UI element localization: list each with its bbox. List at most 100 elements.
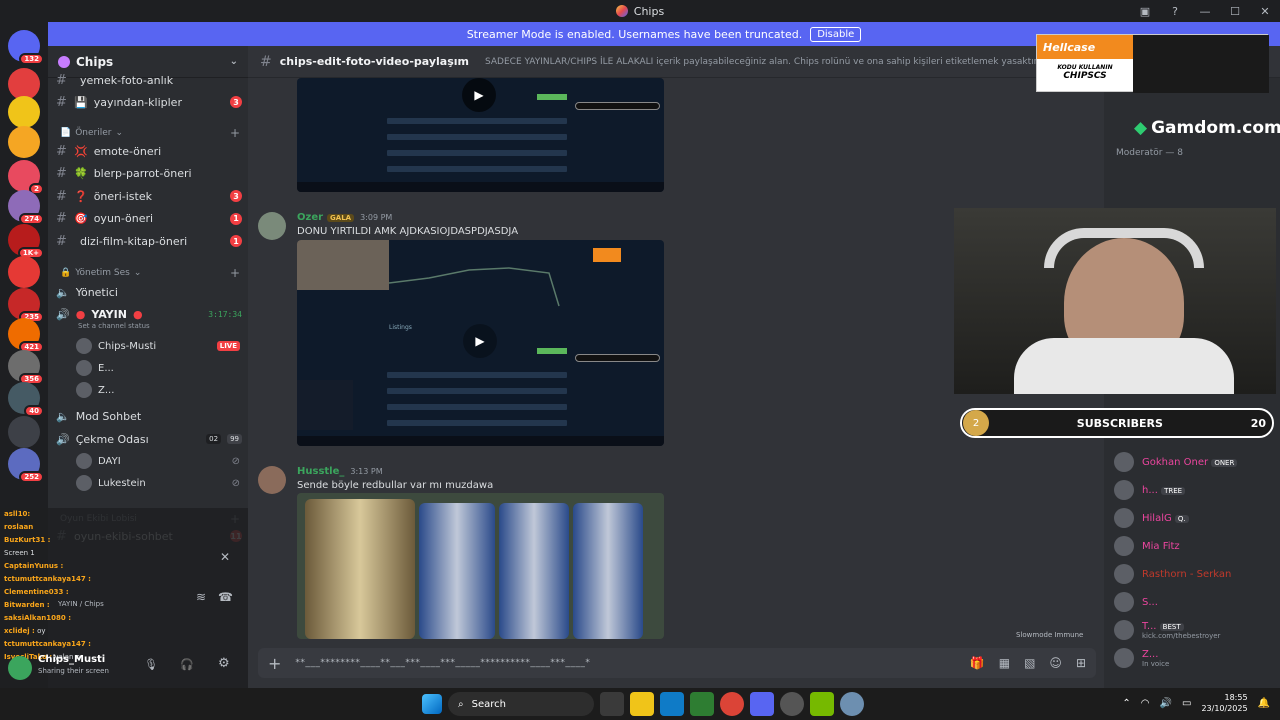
headphones-icon[interactable]: 🎧: [180, 658, 194, 671]
member-item[interactable]: Rasthorn - Serkan: [1114, 564, 1274, 584]
server-icon[interactable]: [8, 126, 40, 158]
listing-row: [387, 372, 567, 378]
member-item[interactable]: h... TREE: [1114, 480, 1274, 500]
message-author[interactable]: Husstle_ 3:13 PM: [297, 466, 383, 477]
category-yonetim[interactable]: 🔒 Yönetim Ses ⌄ +: [60, 266, 240, 280]
nvidia-icon[interactable]: [810, 692, 834, 716]
battery-icon[interactable]: ▭: [1182, 698, 1191, 709]
gear-icon[interactable]: ⚙: [218, 656, 230, 671]
chrome-icon[interactable]: [720, 692, 744, 716]
file-explorer-icon[interactable]: [630, 692, 654, 716]
windows-taskbar: ⌕ Search ⌃ ◠ 🔊 ▭ 18:55 23/10/2025 🔔: [0, 688, 1280, 720]
sidebar-channel[interactable]: # ❓ öneri-istek 3: [56, 186, 242, 206]
voice-channel-cekme[interactable]: 🔊 Çekme Odası 02 99: [56, 429, 242, 449]
message-author[interactable]: Ozer GALA 3:09 PM: [297, 212, 392, 223]
store-icon[interactable]: [690, 692, 714, 716]
voice-user[interactable]: Chips-Musti LIVE: [76, 338, 240, 354]
maximize-button[interactable]: ☐: [1220, 5, 1250, 18]
volume-icon[interactable]: 🔊: [1160, 698, 1172, 709]
wifi-icon[interactable]: ◠: [1141, 698, 1150, 709]
sidebar-channel[interactable]: # 💢 emote-öneri: [56, 141, 242, 161]
gif-icon[interactable]: ▦: [999, 656, 1010, 670]
play-icon[interactable]: ▶: [462, 78, 496, 112]
server-icon[interactable]: 1K+: [8, 224, 44, 259]
voice-channel-yonetici[interactable]: 🔈 Yönetici: [56, 282, 242, 302]
sidebar-channel[interactable]: # 🎯 oyun-öneri 1: [56, 209, 242, 229]
member-item[interactable]: HilalG Q.: [1114, 508, 1274, 528]
help-icon[interactable]: ?: [1160, 5, 1190, 18]
voice-user[interactable]: DAYI ⊘: [76, 453, 240, 469]
notification-bell-icon[interactable]: 🔔: [1258, 698, 1270, 709]
edge-icon[interactable]: [660, 692, 684, 716]
voice-user[interactable]: Lukestein ⊘: [76, 475, 240, 491]
apps-icon[interactable]: ⊞: [1076, 656, 1086, 670]
channel-status[interactable]: Set a channel status: [78, 322, 150, 330]
close-button[interactable]: ✕: [1250, 5, 1280, 18]
server-icon[interactable]: [8, 256, 40, 288]
image-attachment[interactable]: [297, 493, 664, 639]
overlay-chat-user: BuzKurt31 :: [4, 536, 51, 544]
add-attachment-icon[interactable]: +: [268, 654, 281, 673]
avatar[interactable]: [8, 656, 32, 680]
microphone-icon[interactable]: 🎙: [144, 658, 158, 671]
sidebar-channel[interactable]: # 🍀 blerp-parrot-öneri: [56, 164, 242, 184]
server-icon[interactable]: 274: [8, 190, 44, 225]
server-icon[interactable]: [8, 416, 40, 448]
disable-streamer-mode-button[interactable]: Disable: [810, 26, 862, 42]
member-item[interactable]: S...: [1114, 592, 1274, 612]
close-icon[interactable]: ✕: [220, 550, 230, 564]
add-channel-icon[interactable]: +: [230, 266, 240, 280]
server-icon[interactable]: 235: [8, 288, 44, 323]
gift-icon[interactable]: 🎁: [970, 656, 985, 670]
sidebar-channel[interactable]: # 💾 yayından-klipler 3: [56, 92, 242, 112]
server-icon[interactable]: 252: [8, 448, 44, 483]
message-composer[interactable]: + **___********____**___***____***_____*…: [258, 648, 1096, 678]
clock[interactable]: 18:55 23/10/2025: [1201, 692, 1247, 714]
taskbar-search[interactable]: ⌕ Search: [448, 692, 594, 716]
discord-icon[interactable]: [750, 692, 774, 716]
emoji-icon[interactable]: ☺: [1049, 656, 1062, 670]
task-view-icon[interactable]: [600, 692, 624, 716]
avatar[interactable]: [258, 212, 286, 240]
settings-icon[interactable]: [840, 692, 864, 716]
voice-user[interactable]: Z...: [76, 382, 240, 398]
member-item[interactable]: Gokhan Oner ONER: [1114, 452, 1274, 472]
avatar[interactable]: [258, 466, 286, 494]
voice-user[interactable]: E...: [76, 360, 240, 376]
sidebar-channel[interactable]: # dizi-film-kitap-öneri 1: [56, 231, 242, 251]
server-icon[interactable]: 2: [8, 160, 44, 195]
inbox-icon[interactable]: ▣: [1130, 5, 1160, 18]
sticker-icon[interactable]: ▧: [1024, 656, 1035, 670]
subscribers-label: SUBSCRIBERS: [1076, 416, 1163, 430]
author-name: Husstle_: [297, 466, 345, 477]
voice-channel-yayin[interactable]: 🔊 ● YAYIN ● 3:17:34: [56, 304, 242, 324]
member-item[interactable]: Z... In voice: [1114, 648, 1274, 668]
channel-topic[interactable]: SADECE YAYINLAR/CHIPS İLE ALAKALI içerik…: [485, 57, 1039, 67]
server-icon[interactable]: 421: [8, 318, 44, 353]
add-channel-icon[interactable]: +: [230, 126, 240, 140]
minimize-button[interactable]: —: [1190, 5, 1220, 18]
sidebar-channel[interactable]: # yemek-foto-anlık: [56, 70, 242, 90]
overlay-chat-user: xclidej :: [4, 627, 35, 635]
message-input[interactable]: **___********____**___***____***_____***…: [295, 658, 590, 668]
video-embed[interactable]: ▶: [297, 78, 664, 192]
chevron-up-icon[interactable]: ⌃: [1122, 698, 1130, 709]
obs-icon[interactable]: [780, 692, 804, 716]
soundboard-icon[interactable]: ≋: [196, 590, 206, 604]
windows-start-icon[interactable]: [422, 694, 442, 714]
voice-channel-mod[interactable]: 🔈 Mod Sohbet: [56, 406, 242, 426]
member-item[interactable]: Mia Fitz: [1114, 536, 1274, 556]
listing-row: [387, 404, 567, 410]
video-embed[interactable]: Listings ▶: [297, 240, 664, 446]
server-icon[interactable]: 356: [8, 350, 44, 385]
server-icon[interactable]: 132: [8, 30, 44, 65]
disconnect-icon[interactable]: ☎: [218, 590, 233, 604]
server-icon[interactable]: 40: [8, 382, 44, 417]
play-icon[interactable]: ▶: [463, 324, 497, 358]
channel-label: öneri-istek: [93, 189, 152, 203]
server-icon[interactable]: [8, 96, 40, 128]
category-oneriler[interactable]: 📄 Öneriler ⌄ +: [60, 126, 240, 140]
channel-emoji-icon: 🎯: [74, 212, 88, 226]
member-name: Mia Fitz: [1142, 540, 1180, 552]
member-item[interactable]: T... BEST kick.com/thebestroyer: [1114, 620, 1274, 640]
